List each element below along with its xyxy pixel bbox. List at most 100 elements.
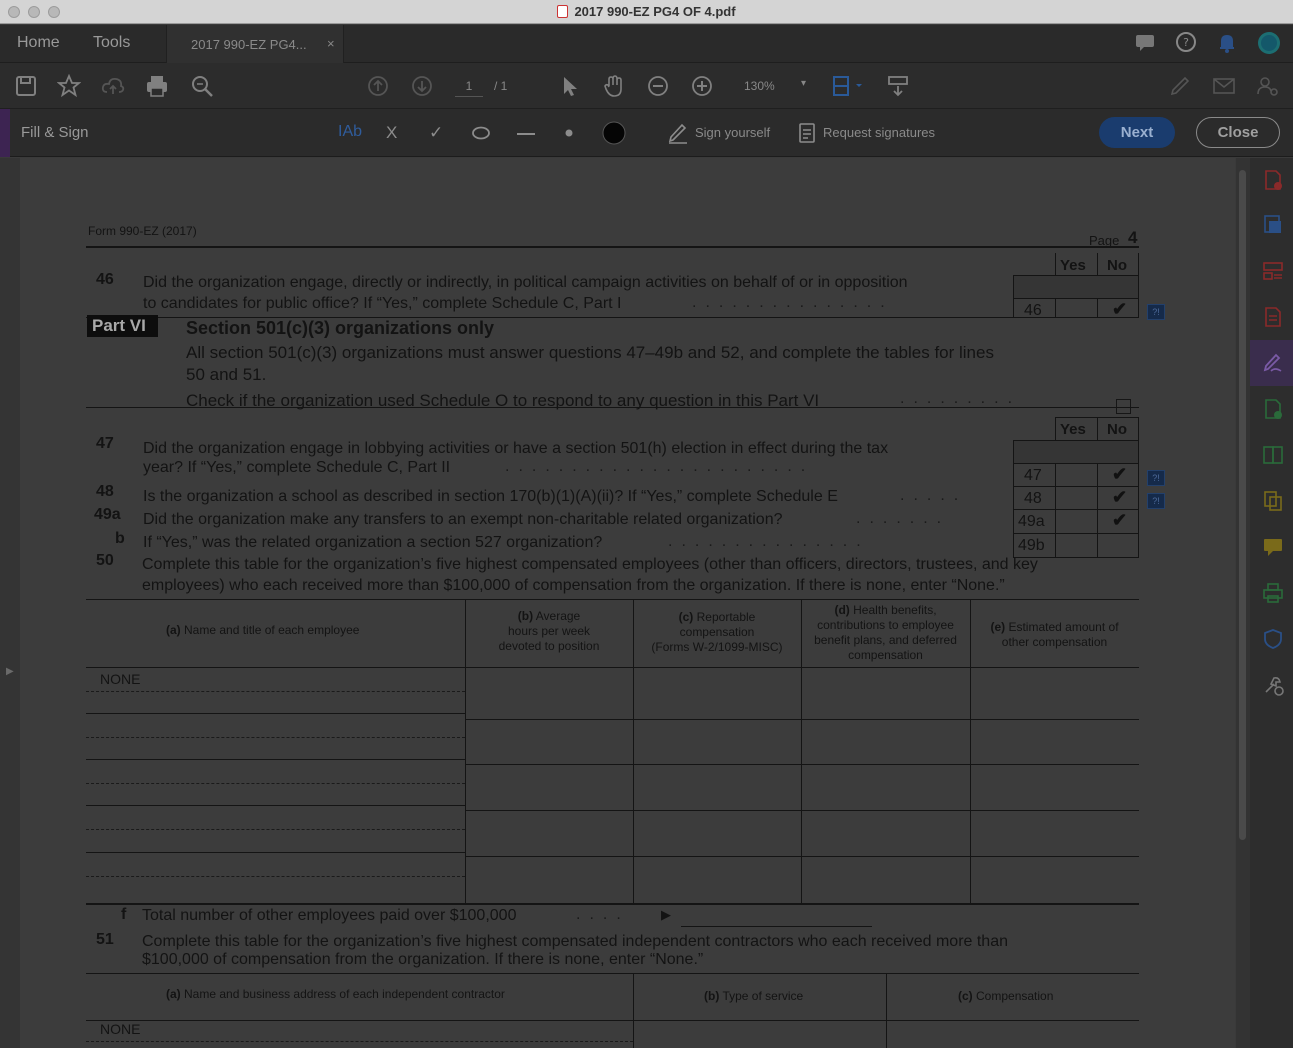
previous-page-icon[interactable] bbox=[366, 74, 390, 98]
email-icon[interactable] bbox=[1212, 74, 1236, 98]
line-tool-icon[interactable] bbox=[516, 132, 536, 136]
request-signatures-button[interactable]: Request signatures bbox=[823, 125, 935, 140]
window-title: 2017 990-EZ PG4 OF 4.pdf bbox=[0, 4, 1293, 19]
zoom-out-icon[interactable] bbox=[646, 74, 670, 98]
t50-col-c-line2: compensation bbox=[679, 625, 755, 639]
t51-col-a-header: (a) Name and business address of each in… bbox=[166, 987, 505, 1001]
print-production-icon[interactable] bbox=[1262, 582, 1284, 604]
t50-col-d-line4: compensation bbox=[848, 648, 923, 662]
q47-number: 47 bbox=[96, 435, 114, 452]
user-avatar[interactable] bbox=[1257, 31, 1281, 55]
q48-text: Is the organization a school as describe… bbox=[143, 488, 838, 505]
print-icon[interactable] bbox=[145, 74, 169, 98]
comment-icon[interactable] bbox=[1134, 31, 1156, 53]
q47-line2: year? If “Yes,” complete Schedule C, Par… bbox=[143, 459, 451, 476]
vertical-scrollbar[interactable] bbox=[1236, 158, 1250, 1048]
t50-row2-bottom bbox=[465, 764, 1139, 765]
zoom-in-icon[interactable] bbox=[690, 74, 714, 98]
q49a-no-checkmark[interactable]: ✔ bbox=[1112, 510, 1127, 531]
sign-yourself-button[interactable]: Sign yourself bbox=[695, 125, 770, 140]
q49a-text: Did the organization make any transfers … bbox=[143, 511, 783, 528]
t50-row2-dashed bbox=[86, 737, 465, 738]
q46-line2: to candidates for public office? If “Yes… bbox=[143, 295, 622, 312]
t50-col-d-line1: Health benefits, bbox=[853, 603, 937, 617]
combine-files-icon[interactable] bbox=[1262, 490, 1284, 512]
fill-sign-accent bbox=[0, 109, 10, 157]
q46-help-icon[interactable]: ?! bbox=[1147, 304, 1165, 320]
q48-help-icon[interactable]: ?! bbox=[1147, 493, 1165, 509]
t50-col-c-tag: (c) bbox=[678, 610, 694, 624]
compare-files-icon[interactable] bbox=[1262, 444, 1284, 466]
cross-mark-tool[interactable]: X bbox=[386, 123, 397, 143]
edit-pdf-icon[interactable] bbox=[1262, 306, 1284, 328]
q48-number: 48 bbox=[96, 483, 114, 500]
left-panel-handle[interactable]: ▶ bbox=[0, 158, 20, 1048]
t51-col-a-tag: (a) bbox=[166, 987, 181, 1001]
expand-left-panel-icon[interactable]: ▶ bbox=[6, 666, 14, 677]
select-cursor-icon[interactable] bbox=[558, 74, 582, 98]
zoom-search-icon[interactable] bbox=[190, 74, 214, 98]
q47-leader-dots: ....................... bbox=[505, 458, 815, 475]
q48-leader-dots: ..... bbox=[900, 487, 968, 504]
next-button[interactable]: Next bbox=[1099, 117, 1175, 148]
t50-row1-bottom-a bbox=[86, 713, 465, 714]
sign-yourself-icon[interactable] bbox=[667, 122, 689, 144]
tools-tab[interactable]: Tools bbox=[93, 34, 130, 52]
comment-tool-icon[interactable] bbox=[1262, 536, 1284, 558]
page-number-input[interactable]: 1 bbox=[455, 75, 483, 97]
color-picker-swatch[interactable] bbox=[602, 121, 626, 145]
hand-tool-icon[interactable] bbox=[602, 74, 626, 98]
help-icon[interactable]: ? bbox=[1175, 31, 1197, 53]
more-tools-icon[interactable] bbox=[1262, 674, 1284, 696]
zoom-level-value: 130% bbox=[744, 79, 775, 93]
q47-help-icon[interactable]: ?! bbox=[1147, 470, 1165, 486]
fill-sign-tool-icon[interactable] bbox=[1262, 352, 1284, 374]
organize-pages-icon[interactable] bbox=[1262, 260, 1284, 282]
box49a-label: 49a bbox=[1018, 513, 1045, 530]
close-button[interactable]: Close bbox=[1196, 117, 1280, 148]
document-tab[interactable]: 2017 990-EZ PG4... × bbox=[166, 25, 344, 63]
t51-col-b-text: Type of service bbox=[722, 989, 804, 1003]
t50-row4-bottom bbox=[465, 856, 1139, 857]
f-answer-line[interactable] bbox=[681, 926, 872, 927]
create-pdf-icon[interactable] bbox=[1262, 169, 1284, 191]
no-col-right bbox=[1138, 253, 1139, 317]
next-page-icon[interactable] bbox=[410, 74, 434, 98]
t50-row1-name[interactable]: NONE bbox=[100, 671, 140, 687]
home-tab[interactable]: Home bbox=[17, 34, 60, 52]
scrollbar-thumb[interactable] bbox=[1239, 170, 1246, 840]
sign-pen-icon[interactable] bbox=[1168, 74, 1192, 98]
cloud-upload-icon[interactable] bbox=[101, 74, 125, 98]
export-pdf-icon[interactable] bbox=[1262, 214, 1284, 236]
request-signatures-icon[interactable] bbox=[797, 122, 817, 144]
q46-shaded-cell bbox=[1014, 276, 1138, 298]
t50-row4-dashed bbox=[86, 829, 465, 830]
close-tab-icon[interactable]: × bbox=[327, 36, 335, 51]
notification-bell-icon[interactable] bbox=[1216, 31, 1238, 53]
protect-shield-icon[interactable] bbox=[1262, 628, 1284, 650]
t50-col-c-line1: Reportable bbox=[696, 610, 756, 624]
box49b-label: 49b bbox=[1018, 537, 1045, 554]
scroll-mode-icon[interactable] bbox=[886, 74, 910, 98]
fill-sign-toolbar: Fill & Sign IAb X ✓ Sign yourself Reques… bbox=[0, 109, 1293, 157]
table50-header-rule bbox=[86, 667, 1139, 668]
part6-title: Section 501(c)(3) organizations only bbox=[186, 318, 495, 338]
t50-col-b-tag: (b) bbox=[517, 609, 534, 623]
send-for-signature-icon[interactable] bbox=[1262, 398, 1284, 420]
check-mark-tool[interactable]: ✓ bbox=[429, 123, 443, 143]
bookmark-star-icon[interactable] bbox=[57, 74, 81, 98]
table51-col-c-left bbox=[886, 973, 887, 1048]
ellipse-tool-icon[interactable] bbox=[471, 126, 491, 140]
save-icon[interactable] bbox=[14, 74, 38, 98]
q48-no-checkmark[interactable]: ✔ bbox=[1112, 487, 1127, 508]
zoom-level-dropdown[interactable]: 130% ▾ bbox=[730, 75, 812, 97]
main-toolbar: 1 / 1 130% ▾ bbox=[0, 63, 1293, 109]
add-text-tool[interactable]: IAb bbox=[338, 123, 362, 141]
share-user-icon[interactable] bbox=[1256, 74, 1280, 98]
dot-tool-icon[interactable] bbox=[565, 129, 573, 137]
q47-no-checkmark[interactable]: ✔ bbox=[1112, 464, 1127, 485]
svg-text:?: ? bbox=[1183, 36, 1189, 49]
t51-row1-name[interactable]: NONE bbox=[100, 1021, 140, 1037]
page-view-icon[interactable] bbox=[831, 74, 865, 98]
t50-row2-bottom-a bbox=[86, 759, 465, 760]
